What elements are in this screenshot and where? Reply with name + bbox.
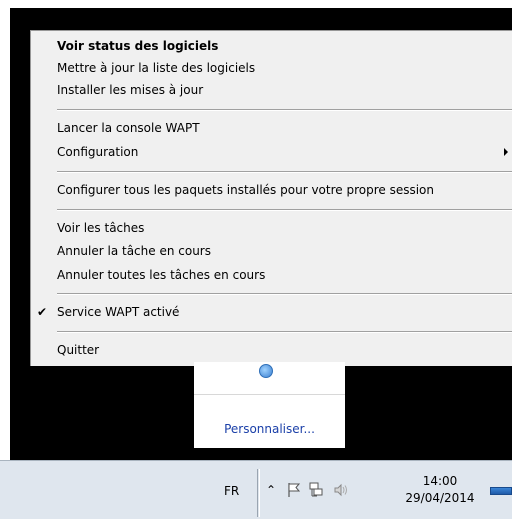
tray-divider-highlight (259, 469, 260, 517)
wapt-context-menu: Voir status des logiciels Mettre à jour … (30, 30, 512, 366)
menu-item-voir-taches[interactable]: Voir les tâches (31, 217, 512, 239)
tray-divider (257, 469, 258, 517)
menu-item-voir-status[interactable]: Voir status des logiciels (31, 35, 512, 57)
menu-item-configuration[interactable]: Configuration (31, 141, 512, 163)
screen-edge-top (0, 0, 512, 8)
clock-date: 29/04/2014 (405, 491, 475, 505)
show-desktop-button[interactable] (490, 487, 512, 495)
action-center-flag-icon[interactable] (287, 482, 301, 498)
menu-item-service-wapt-label: Service WAPT activé (57, 305, 180, 319)
menu-item-annuler-toutes[interactable]: Annuler toutes les tâches en cours (31, 264, 512, 286)
menu-item-quitter[interactable]: Quitter (31, 339, 512, 361)
clock[interactable]: 14:00 29/04/2014 (398, 473, 482, 507)
wapt-globe-icon[interactable] (259, 364, 273, 378)
show-hidden-icons-button[interactable]: ⌃ (264, 482, 278, 498)
menu-separator (57, 331, 512, 333)
menu-separator (57, 109, 512, 111)
checkmark-icon: ✔ (37, 305, 48, 319)
menu-item-annuler-tache[interactable]: Annuler la tâche en cours (31, 240, 512, 262)
language-indicator[interactable]: FR (224, 484, 239, 498)
submenu-arrow-icon (504, 148, 508, 156)
screen-edge-left (0, 0, 10, 519)
customize-link[interactable]: Personnaliser... (194, 422, 345, 436)
clock-time: 14:00 (422, 474, 458, 488)
menu-item-installer[interactable]: Installer les mises à jour (31, 79, 512, 101)
notification-overflow-panel: Personnaliser... (194, 362, 345, 448)
menu-separator (57, 171, 512, 173)
menu-item-configuration-label: Configuration (57, 145, 139, 159)
network-icon[interactable] (308, 482, 324, 498)
menu-item-mettre-a-jour[interactable]: Mettre à jour la liste des logiciels (31, 57, 512, 79)
menu-separator (57, 209, 512, 211)
volume-icon[interactable] (333, 482, 349, 498)
menu-separator (57, 293, 512, 295)
menu-item-configurer-paquets[interactable]: Configurer tous les paquets installés po… (31, 179, 512, 201)
taskbar: FR ⌃ 14:00 29/04/2014 (0, 460, 512, 519)
menu-item-service-wapt[interactable]: ✔ Service WAPT activé (31, 301, 512, 323)
panel-divider (194, 394, 345, 395)
menu-item-lancer-console[interactable]: Lancer la console WAPT (31, 117, 512, 139)
